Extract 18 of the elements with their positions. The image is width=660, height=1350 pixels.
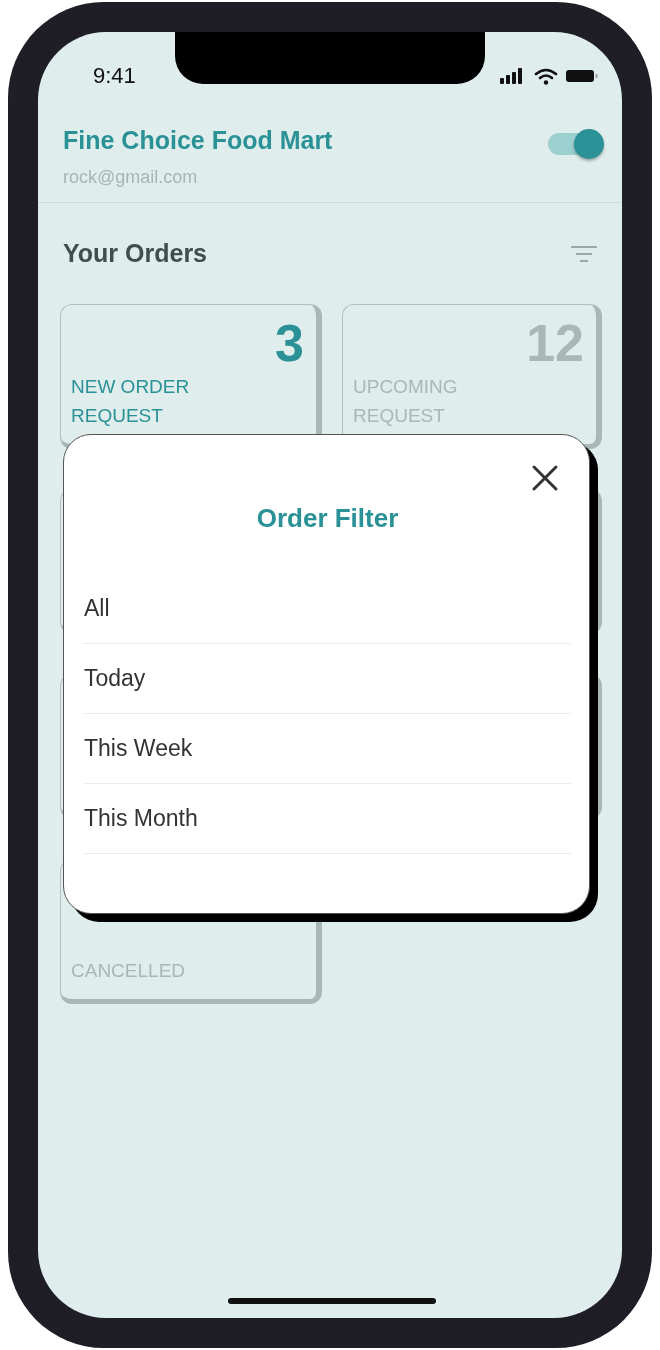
card-label: CANCELLED [71,959,187,983]
dialog-title: Order Filter [255,503,400,534]
filter-option[interactable]: This Week [84,714,571,784]
account-email: rock@gmail.com [63,167,199,188]
filter-icon[interactable] [570,243,598,264]
filter-option[interactable]: Today [84,644,571,714]
status-time: 9:41 [93,63,136,89]
filter-option[interactable]: All [84,574,571,644]
close-icon[interactable] [531,464,559,492]
card-label: NEW ORDER REQUEST [71,375,191,428]
section-title: Your Orders [63,239,208,268]
wifi-icon [534,67,558,85]
card-label: UPCOMING REQUEST [353,375,459,428]
order-count: 3 [275,315,304,371]
order-count: 12 [526,315,584,371]
store-name: Fine Choice Food Mart [63,126,333,155]
filter-option[interactable]: This Month [84,784,571,854]
battery-icon [566,69,598,83]
